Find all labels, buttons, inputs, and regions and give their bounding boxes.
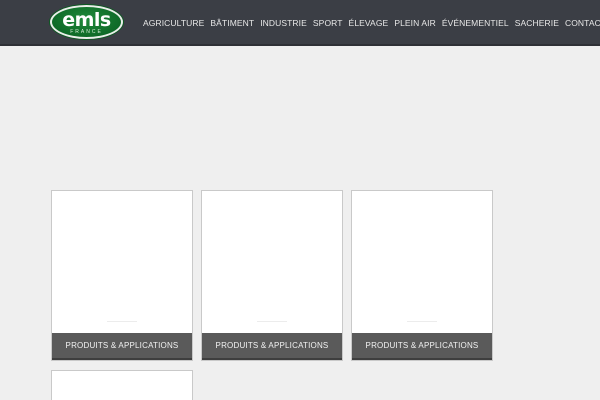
product-card-4[interactable] (51, 370, 193, 400)
nav-item-sport[interactable]: SPORT (310, 18, 346, 28)
card-divider (107, 321, 137, 322)
card-footer-label[interactable]: PRODUITS & APPLICATIONS (202, 333, 342, 360)
nav-item-sacherie[interactable]: SACHERIE (512, 18, 562, 28)
emls-logo[interactable]: emls FRANCE (50, 5, 123, 39)
product-card-3[interactable]: PRODUITS & APPLICATIONS (351, 190, 493, 361)
card-footer-label[interactable]: PRODUITS & APPLICATIONS (352, 333, 492, 360)
card-divider (257, 321, 287, 322)
logo-text: emls (62, 9, 111, 31)
nav-item-industrie[interactable]: INDUSTRIE (257, 18, 310, 28)
product-card-1[interactable]: PRODUITS & APPLICATIONS (51, 190, 193, 361)
nav-item-evenementiel[interactable]: ÉVÉNEMENTIEL (439, 18, 512, 28)
card-divider (407, 321, 437, 322)
nav-item-batiment[interactable]: BÂTIMENT (207, 18, 257, 28)
nav-item-agriculture[interactable]: AGRICULTURE (140, 18, 207, 28)
nav-item-contact[interactable]: CONTACT (562, 18, 600, 28)
nav-item-plein-air[interactable]: PLEIN AIR (391, 18, 439, 28)
main-nav: AGRICULTURE BÂTIMENT INDUSTRIE SPORT ÉLE… (140, 0, 600, 46)
site-header: emls FRANCE AGRICULTURE BÂTIMENT INDUSTR… (0, 0, 600, 46)
nav-item-elevage[interactable]: ÉLEVAGE (346, 18, 392, 28)
card-footer-label[interactable]: PRODUITS & APPLICATIONS (52, 333, 192, 360)
product-card-2[interactable]: PRODUITS & APPLICATIONS (201, 190, 343, 361)
